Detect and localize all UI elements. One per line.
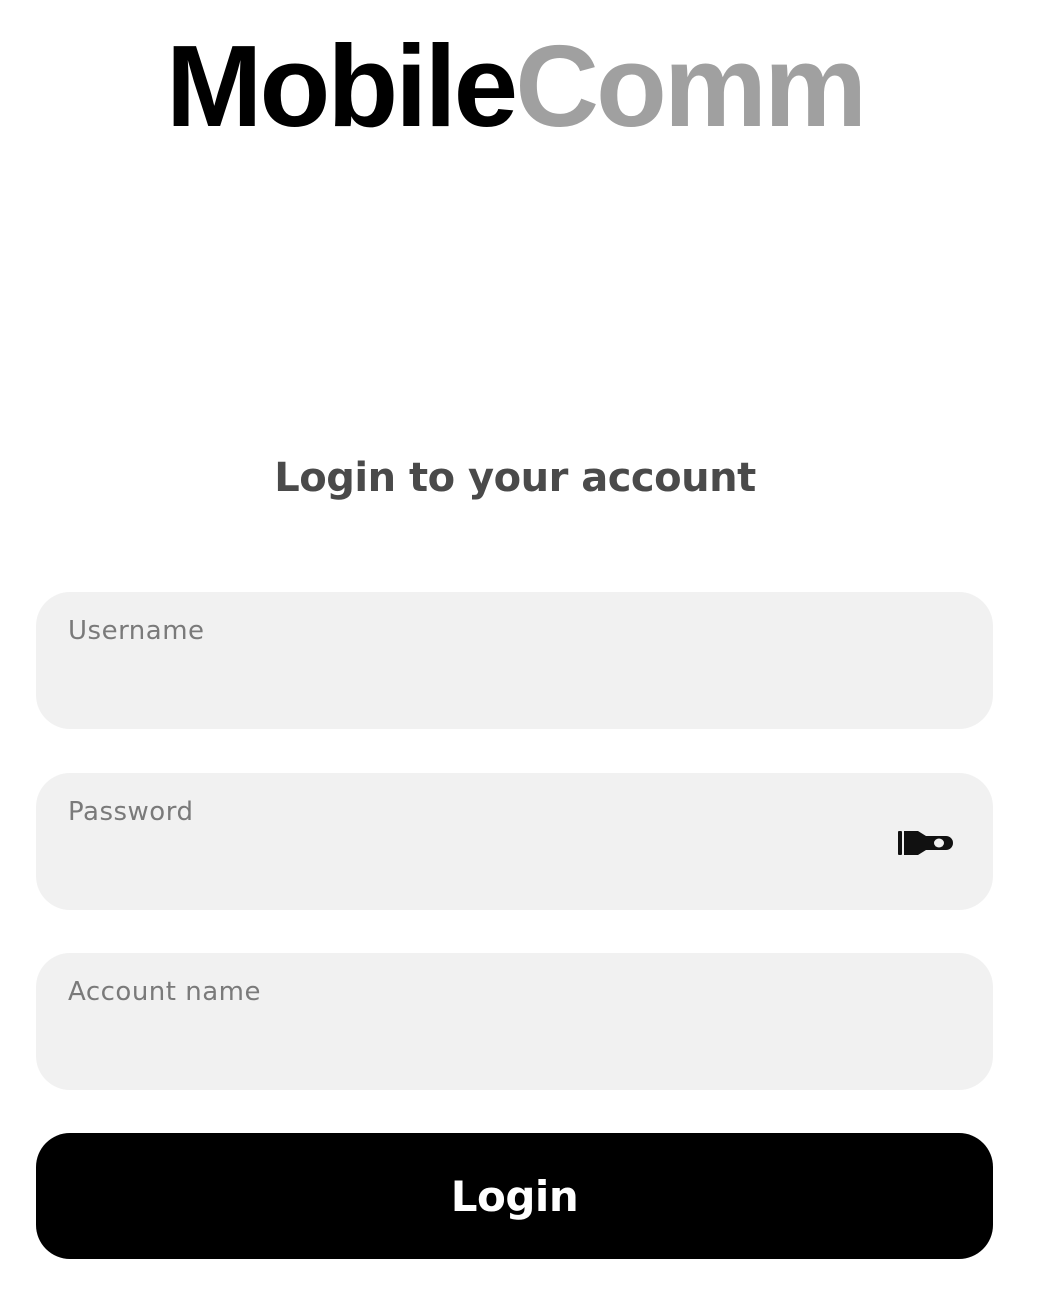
password-field[interactable]: Password [36,773,993,910]
logo-text-mobile: Mobile [165,21,518,151]
page-title: Login to your account [274,455,756,501]
username-input[interactable] [36,592,993,729]
flashlight-icon[interactable] [896,827,954,859]
account-name-field[interactable]: Account name [36,953,993,1090]
app-logo: MobileComm [0,28,1030,144]
password-input[interactable] [36,773,993,910]
account-name-input[interactable] [36,953,993,1090]
username-field[interactable]: Username [36,592,993,729]
logo-text-comm: Comm [515,21,867,151]
login-button[interactable]: Login [36,1133,993,1259]
